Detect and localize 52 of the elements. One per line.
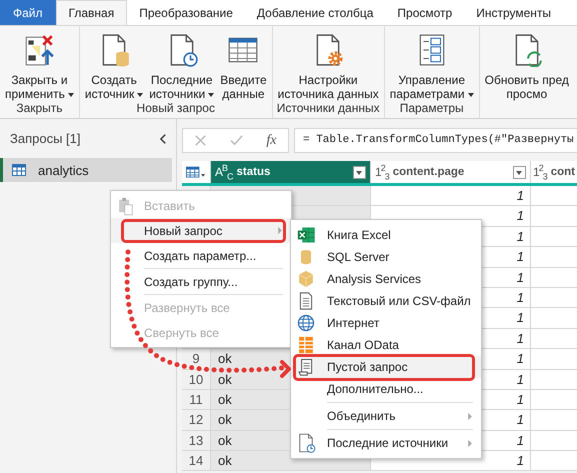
ribbon-button[interactable]: Введите данные (217, 26, 270, 101)
ribbon-button[interactable]: Закрыть и применить (2, 26, 77, 101)
group-label: Новый запрос (136, 101, 216, 117)
file-tab[interactable]: Файл (0, 0, 56, 25)
caret-icon (208, 92, 214, 97)
submenu-arrow-icon (467, 412, 473, 420)
fx-label: fx (266, 132, 276, 148)
globe-icon (296, 313, 316, 333)
group-label: Параметры (398, 101, 465, 117)
menu-item[interactable]: Новый запрос (111, 218, 291, 243)
row-number: 13 (182, 430, 211, 452)
ribbon-tab[interactable]: Просмотр (385, 0, 464, 25)
grid-icon (296, 335, 316, 355)
cube-icon (296, 269, 316, 289)
spreadsheet-icon (296, 225, 316, 245)
row-number: 10 (182, 370, 211, 390)
ribbon-tab[interactable]: Главная (56, 0, 128, 25)
ribbon-tab[interactable]: Добавление столбца (244, 0, 386, 25)
collapse-icon (159, 132, 168, 144)
group-label: Закрыть (15, 101, 64, 117)
menu-item[interactable]: Создать параметр... (111, 243, 291, 268)
submenu-arrow-icon (467, 438, 473, 448)
ribbon-tab[interactable]: Преобразование (127, 0, 245, 25)
column-header[interactable]: A$^{B}$$_{C}$ status (211, 161, 371, 183)
ribbon-button[interactable]: Управление параметрами (386, 26, 477, 101)
row-number: 11 (182, 390, 211, 410)
table-icon (12, 164, 26, 176)
submenu-arrow-icon (277, 226, 283, 235)
caret-icon (68, 92, 74, 97)
ribbon-tab[interactable]: Инструменты (464, 0, 564, 25)
group-label: Источники данных (276, 101, 381, 117)
ribbon-button[interactable]: Настройки источника данных (274, 26, 382, 101)
column-header[interactable]: 1$^{2}$$_{3}$ cont (531, 161, 577, 183)
menu-item[interactable]: Пустой запрос (291, 356, 481, 378)
row-number: 12 (182, 410, 211, 431)
cancel-icon (194, 134, 208, 147)
caret-icon (468, 92, 474, 97)
filter-dropdown-button[interactable] (513, 166, 526, 178)
pane-title: Запросы [1] (10, 131, 80, 146)
caret-icon (137, 92, 144, 97)
table-menu-icon (186, 166, 206, 178)
table-cell: 1 (371, 186, 531, 206)
ribbon-button[interactable]: Последние источники (146, 26, 218, 101)
query-item[interactable]: analytics (0, 158, 172, 182)
row-number: 14 (182, 451, 211, 472)
ribbon-button[interactable]: Обновить пред просмо (482, 26, 572, 118)
column-header[interactable]: 1$^{2}$$_{3}$ content.page (371, 161, 531, 183)
filter-dropdown-button[interactable] (353, 166, 366, 178)
formula-field[interactable]: = Table.TransformColumnTypes(#"Развернуты (294, 128, 577, 153)
check-icon (230, 134, 244, 147)
ribbon-button[interactable]: Создать источник (82, 26, 146, 101)
menu-item[interactable]: Создать группу... (111, 269, 291, 294)
